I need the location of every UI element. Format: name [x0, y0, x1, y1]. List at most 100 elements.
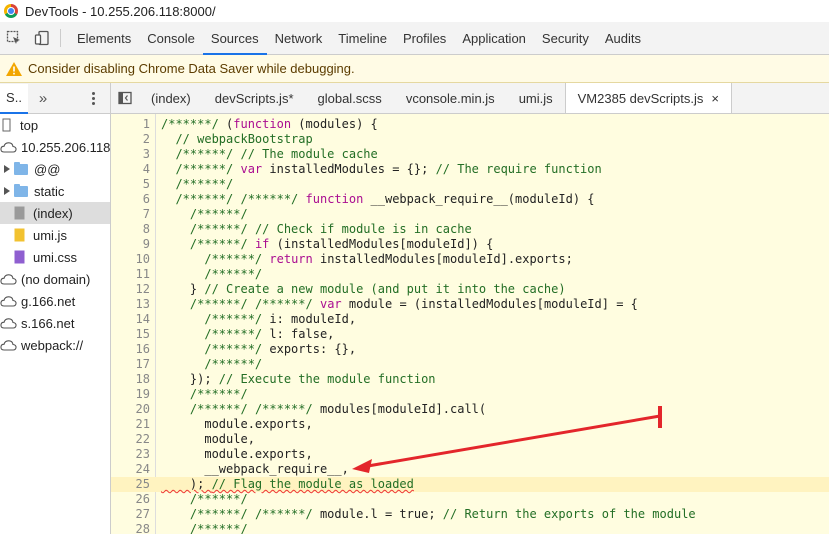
line-number[interactable]: 25	[111, 477, 153, 492]
line-number[interactable]: 28	[111, 522, 153, 534]
tree-item[interactable]: 10.255.206.118	[0, 136, 110, 158]
code-text: module.exports,	[161, 417, 313, 431]
line-number[interactable]: 22	[111, 432, 153, 447]
line-number[interactable]: 12	[111, 282, 153, 297]
code-line[interactable]: 8 /******/ // Check if module is in cach…	[111, 222, 829, 237]
code-line[interactable]: 18 }); // Execute the module function	[111, 372, 829, 387]
inspect-element-button[interactable]	[0, 22, 28, 54]
line-number[interactable]: 3	[111, 147, 153, 162]
tree-item[interactable]: static	[0, 180, 110, 202]
line-number[interactable]: 8	[111, 222, 153, 237]
code-line[interactable]: 16 /******/ exports: {},	[111, 342, 829, 357]
tab-elements[interactable]: Elements	[69, 22, 139, 54]
line-number[interactable]: 23	[111, 447, 153, 462]
tree-item[interactable]: s.166.net	[0, 312, 110, 334]
line-number[interactable]: 7	[111, 207, 153, 222]
tree-item[interactable]: umi.js	[0, 224, 110, 246]
expand-triangle-icon[interactable]	[4, 187, 10, 195]
file-tab-devscripts[interactable]: devScripts.js*	[203, 83, 306, 113]
expand-triangle-icon[interactable]	[4, 165, 10, 173]
line-number[interactable]: 1	[111, 117, 153, 132]
code-line[interactable]: 14 /******/ i: moduleId,	[111, 312, 829, 327]
tree-item[interactable]: (no domain)	[0, 268, 110, 290]
code-line[interactable]: 12 } // Create a new module (and put it …	[111, 282, 829, 297]
line-number[interactable]: 18	[111, 372, 153, 387]
tab-timeline[interactable]: Timeline	[330, 22, 395, 54]
code-line[interactable]: 7 /******/	[111, 207, 829, 222]
file-tab-index[interactable]: (index)	[139, 83, 203, 113]
code-line[interactable]: 25 ); // Flag the module as loaded	[111, 477, 829, 492]
line-number[interactable]: 19	[111, 387, 153, 402]
code-line[interactable]: 27 /******/ /******/ module.l = true; //…	[111, 507, 829, 522]
code-line[interactable]: 4 /******/ var installedModules = {}; //…	[111, 162, 829, 177]
line-number[interactable]: 4	[111, 162, 153, 177]
navigator-tabs: S.. »	[0, 83, 111, 114]
tree-item[interactable]: g.166.net	[0, 290, 110, 312]
tab-console[interactable]: Console	[139, 22, 203, 54]
code-text: // webpackBootstrap	[175, 132, 313, 146]
code-line[interactable]: 26 /******/	[111, 492, 829, 507]
tab-sources[interactable]: Sources	[202, 22, 267, 55]
line-number[interactable]: 11	[111, 267, 153, 282]
tab-network[interactable]: Network	[267, 22, 331, 54]
tab-audits[interactable]: Audits	[597, 22, 649, 54]
code-line[interactable]: 13 /******/ /******/ var module = (insta…	[111, 297, 829, 312]
toggle-navigator-button[interactable]	[111, 83, 139, 113]
tree-item[interactable]: webpack://	[0, 334, 110, 356]
code-line[interactable]: 6 /******/ /******/ function __webpack_r…	[111, 192, 829, 207]
code-line[interactable]: 15 /******/ l: false,	[111, 327, 829, 342]
navigator-menu-button[interactable]	[78, 91, 108, 105]
tab-sources-navigator[interactable]: S..	[0, 83, 28, 114]
file-tab-umi-js[interactable]: umi.js	[507, 83, 565, 113]
line-number[interactable]: 20	[111, 402, 153, 417]
code-line[interactable]: 23 module.exports,	[111, 447, 829, 462]
tab-profiles[interactable]: Profiles	[395, 22, 454, 54]
code-line[interactable]: 11 /******/	[111, 267, 829, 282]
close-tab-icon[interactable]: ×	[711, 91, 719, 106]
line-number[interactable]: 13	[111, 297, 153, 312]
code-line[interactable]: 2 // webpackBootstrap	[111, 132, 829, 147]
line-number[interactable]: 10	[111, 252, 153, 267]
line-number[interactable]: 15	[111, 327, 153, 342]
file-tab-vconsole[interactable]: vconsole.min.js	[394, 83, 507, 113]
code-line[interactable]: 28 /******/	[111, 522, 829, 534]
code-text: /******/	[189, 207, 248, 221]
tab-application[interactable]: Application	[454, 22, 534, 54]
tab-security[interactable]: Security	[534, 22, 597, 54]
code-line[interactable]: 20 /******/ /******/ modules[moduleId].c…	[111, 402, 829, 417]
code-text: /******/ exports: {},	[204, 342, 357, 356]
line-number[interactable]: 14	[111, 312, 153, 327]
code-line[interactable]: 17 /******/	[111, 357, 829, 372]
line-number[interactable]: 5	[111, 177, 153, 192]
kebab-dot	[91, 91, 95, 95]
code-line[interactable]: 10 /******/ return installedModules[modu…	[111, 252, 829, 267]
code-line[interactable]: 19 /******/	[111, 387, 829, 402]
more-tabs-button[interactable]: »	[28, 90, 58, 107]
line-number[interactable]: 27	[111, 507, 153, 522]
code-line[interactable]: 9 /******/ if (installedModules[moduleId…	[111, 237, 829, 252]
code-line[interactable]: 21 module.exports,	[111, 417, 829, 432]
folder-icon	[14, 161, 28, 175]
file-tab-vm2385[interactable]: VM2385 devScripts.js ×	[564, 83, 732, 113]
line-number[interactable]: 2	[111, 132, 153, 147]
code-line[interactable]: 24 __webpack_require__,	[111, 462, 829, 477]
line-number[interactable]: 21	[111, 417, 153, 432]
line-number[interactable]: 9	[111, 237, 153, 252]
device-toolbar-button[interactable]	[28, 22, 56, 54]
line-number[interactable]: 17	[111, 357, 153, 372]
tree-item-label: webpack://	[21, 337, 84, 353]
tree-item[interactable]: (index)	[0, 202, 110, 224]
file-tab-global-scss[interactable]: global.scss	[306, 83, 394, 113]
line-number[interactable]: 26	[111, 492, 153, 507]
code-line[interactable]: 1 /******/ (function (modules) {	[111, 117, 829, 132]
code-editor[interactable]: 1/******/ (function (modules) {2 // webp…	[111, 114, 829, 534]
line-number[interactable]: 6	[111, 192, 153, 207]
code-line[interactable]: 5 /******/	[111, 177, 829, 192]
line-number[interactable]: 24	[111, 462, 153, 477]
line-number[interactable]: 16	[111, 342, 153, 357]
tree-item[interactable]: umi.css	[0, 246, 110, 268]
tree-item[interactable]: top	[0, 114, 110, 136]
tree-item[interactable]: @@	[0, 158, 110, 180]
code-line[interactable]: 22 module,	[111, 432, 829, 447]
code-line[interactable]: 3 /******/ // The module cache	[111, 147, 829, 162]
